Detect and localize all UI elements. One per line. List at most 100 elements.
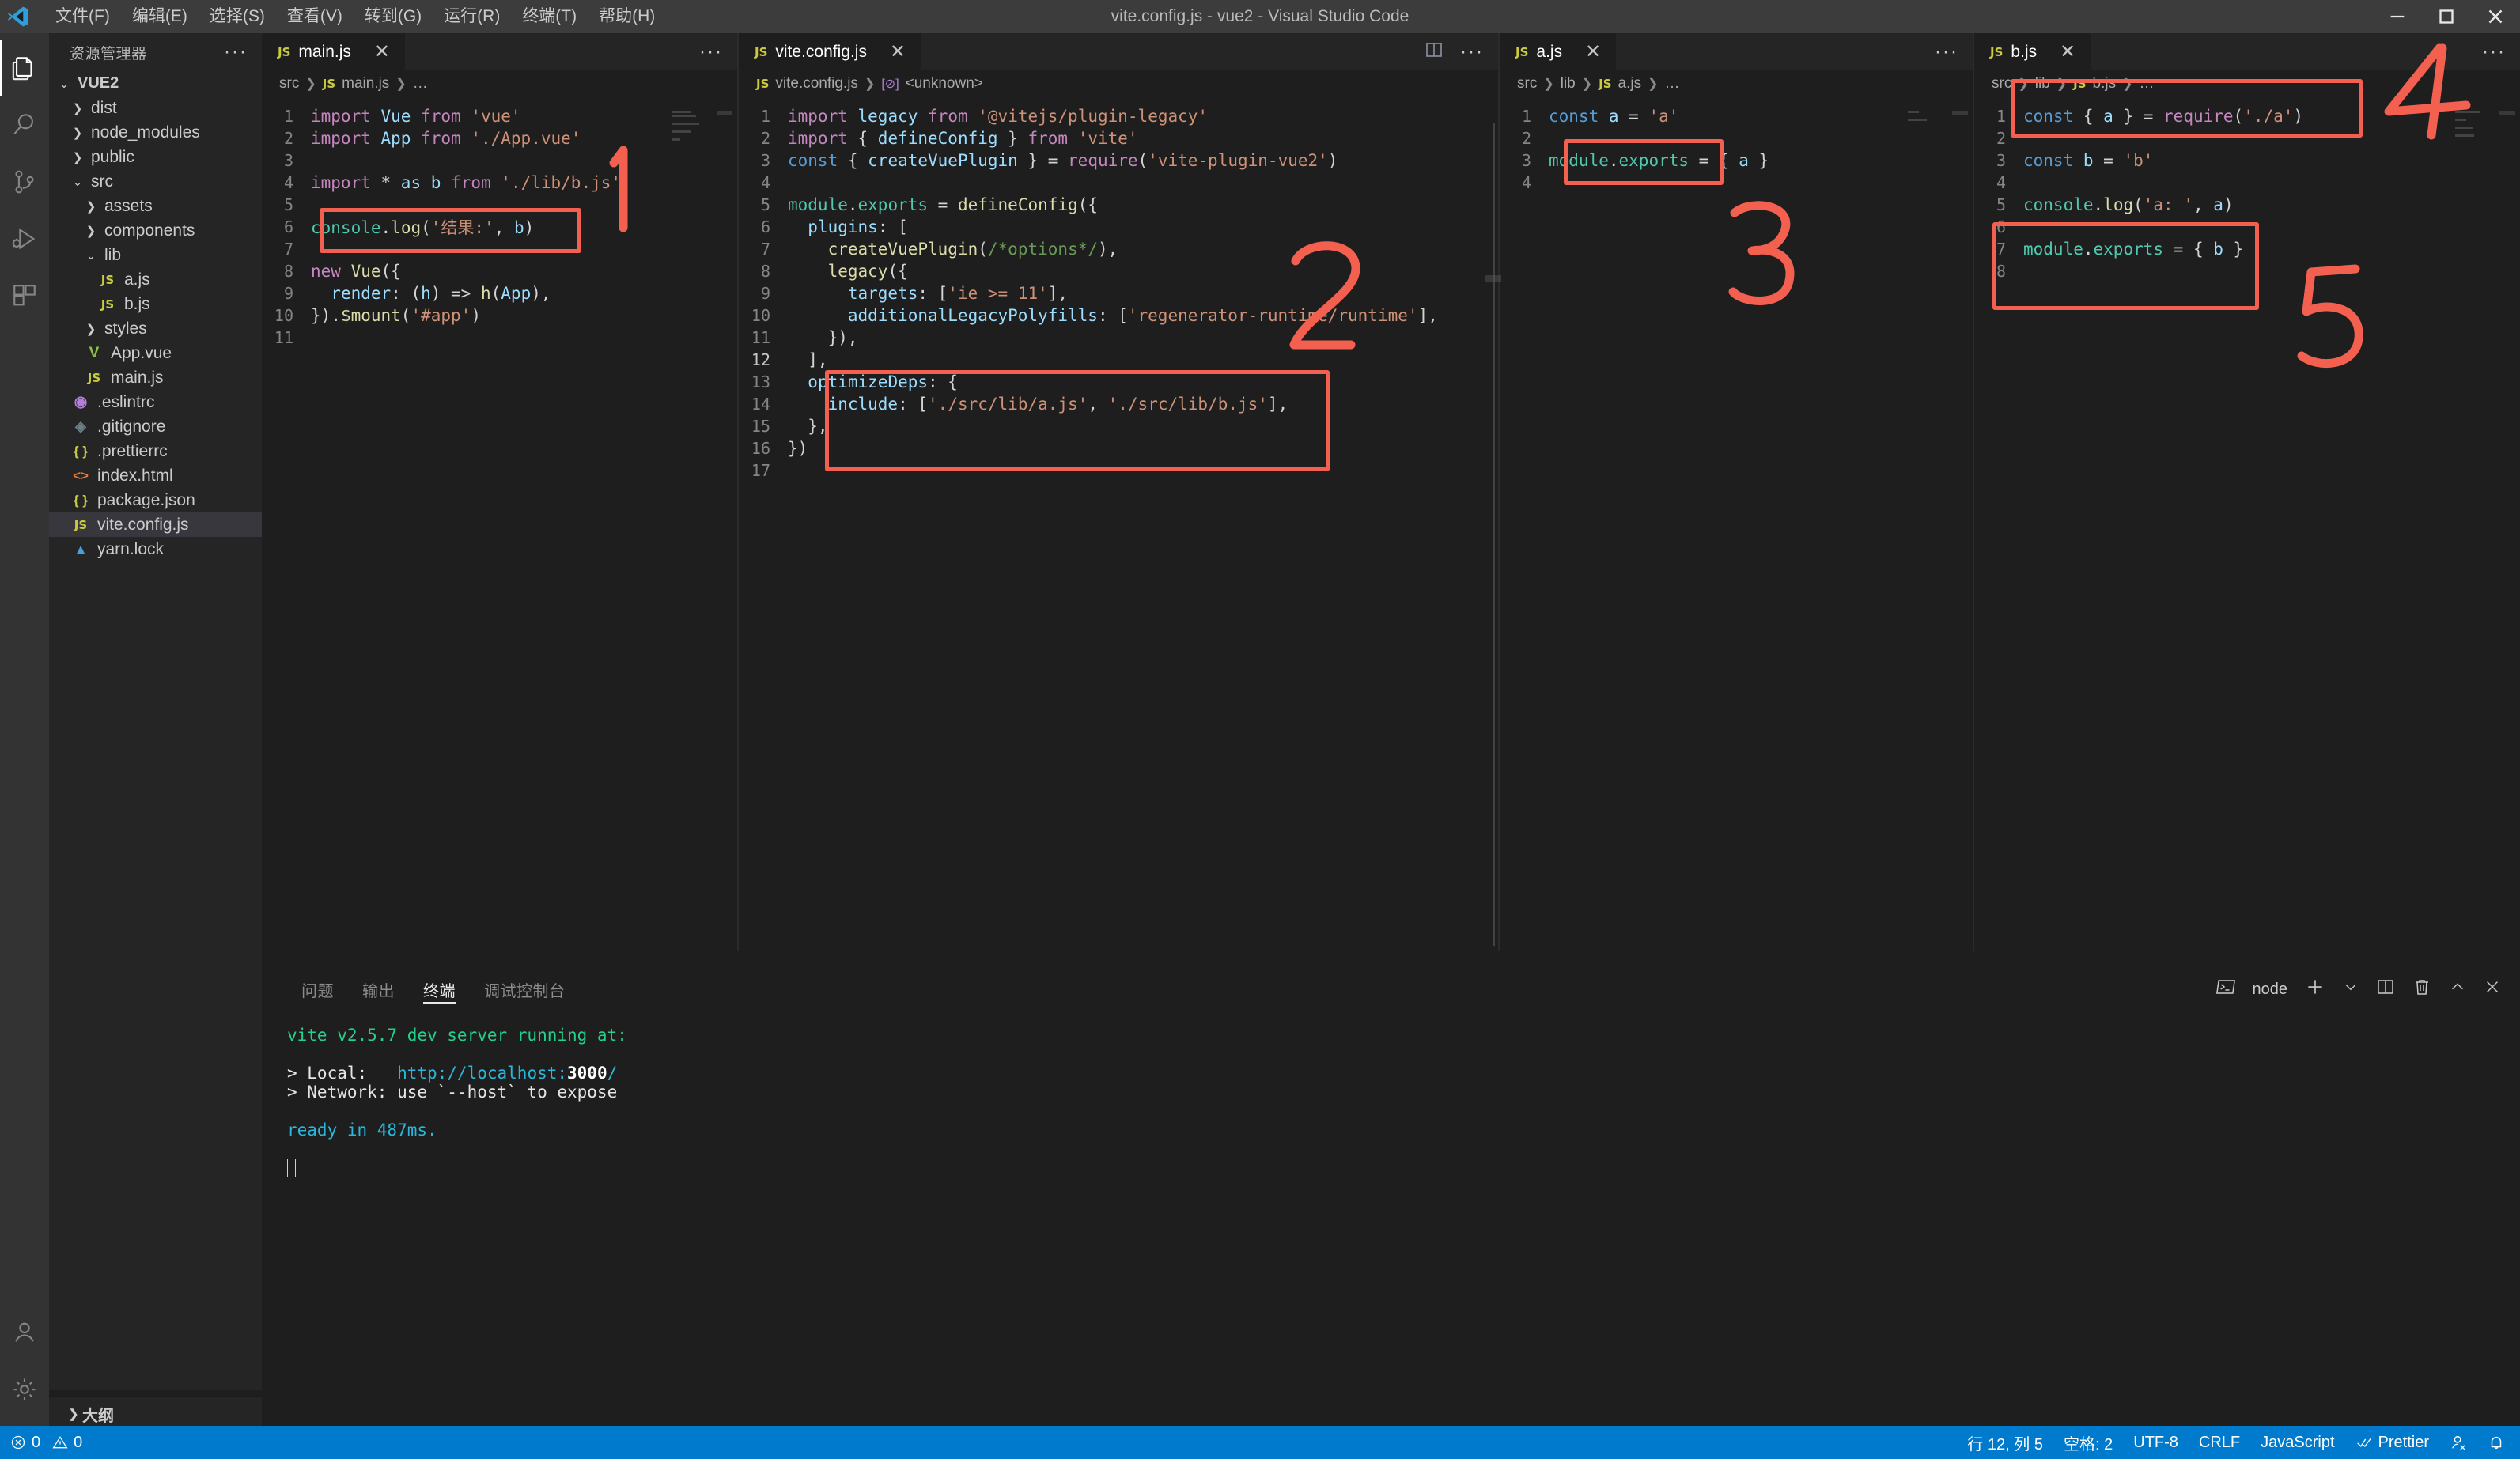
tab-close-icon[interactable]: ✕ <box>2057 40 2078 63</box>
explorer-icon[interactable] <box>0 40 49 96</box>
menu-view[interactable]: 查看(V) <box>276 0 354 33</box>
breadcrumb-item[interactable]: … <box>413 75 428 93</box>
breadcrumb-item[interactable]: a.js <box>1618 75 1642 93</box>
tab-a-js[interactable]: JS a.js ✕ <box>1500 33 1617 70</box>
editor-scrollbar[interactable] <box>2499 111 2515 115</box>
breadcrumb-item[interactable]: <unknown> <box>906 75 983 93</box>
extensions-icon[interactable] <box>0 267 49 324</box>
tab-b-js[interactable]: JS b.js ✕ <box>1974 33 2091 70</box>
minimap[interactable] <box>672 111 713 206</box>
tree-item-a-js[interactable]: JS a.js <box>49 267 262 292</box>
run-and-debug-icon[interactable] <box>0 210 49 267</box>
menu-run[interactable]: 运行(R) <box>433 0 511 33</box>
tree-item-b-js[interactable]: JS b.js <box>49 292 262 316</box>
chevron-down-icon[interactable]: ⌄ <box>82 248 100 263</box>
tab-output[interactable]: 输出 <box>348 970 409 1008</box>
tab-close-icon[interactable]: ✕ <box>1583 40 1603 63</box>
tree-item-src[interactable]: ⌄ src <box>49 169 262 194</box>
minimize-button[interactable] <box>2373 0 2422 33</box>
breadcrumb-item[interactable]: src <box>1992 75 2011 93</box>
tab-debug-console[interactable]: 调试控制台 <box>470 970 580 1008</box>
tab-problems[interactable]: 问题 <box>287 970 348 1008</box>
chevron-right-icon[interactable]: ❯ <box>69 150 86 164</box>
tree-item-styles[interactable]: ❯ styles <box>49 316 262 341</box>
tree-item-app-vue[interactable]: V App.vue <box>49 341 262 365</box>
breadcrumb-item[interactable]: … <box>1665 75 1680 93</box>
sidebar-more-icon[interactable]: ··· <box>224 41 248 63</box>
breadcrumb-item[interactable]: lib <box>2035 75 2050 93</box>
menu-go[interactable]: 转到(G) <box>354 0 433 33</box>
search-icon[interactable] <box>0 96 49 153</box>
tree-item--prettierrc[interactable]: { } .prettierrc <box>49 439 262 463</box>
tree-item--gitignore[interactable]: ◈ .gitignore <box>49 414 262 439</box>
account-icon[interactable] <box>0 1304 49 1361</box>
editor-more-icon[interactable]: ··· <box>1460 41 1484 63</box>
menu-file[interactable]: 文件(F) <box>44 0 121 33</box>
chevron-up-icon[interactable] <box>2449 978 2466 1000</box>
source-control-icon[interactable] <box>0 153 49 210</box>
chevron-right-icon[interactable]: ❯ <box>82 224 100 238</box>
tab-close-icon[interactable]: ✕ <box>887 40 908 63</box>
editor-more-icon[interactable]: ··· <box>2482 41 2506 63</box>
gear-icon[interactable] <box>0 1361 49 1418</box>
tab-main-js[interactable]: JS main.js ✕ <box>262 33 405 70</box>
tree-item-assets[interactable]: ❯ assets <box>49 194 262 218</box>
chevron-right-icon[interactable]: ❯ <box>82 199 100 214</box>
tree-item-package-json[interactable]: { } package.json <box>49 488 262 512</box>
breadcrumb-item[interactable]: b.js <box>2093 75 2117 93</box>
close-icon[interactable] <box>2484 978 2501 1000</box>
editor-scroll-thumb[interactable] <box>1485 275 1501 282</box>
menu-select[interactable]: 选择(S) <box>199 0 276 33</box>
editor-more-icon[interactable]: ··· <box>1935 41 1958 63</box>
code-editor[interactable]: 1 const a = 'a' 2 3 module.exports = { a } 4 <box>1500 97 1973 194</box>
menu-help[interactable]: 帮助(H) <box>588 0 666 33</box>
status-problems[interactable]: 0 0 <box>0 1426 93 1459</box>
chevron-right-icon[interactable]: ❯ <box>69 126 86 140</box>
tree-item-vite-config-js[interactable]: JS vite.config.js <box>49 512 262 537</box>
terminal-shell-label[interactable]: node <box>2253 981 2288 999</box>
tree-item--eslintrc[interactable]: ◉ .eslintrc <box>49 390 262 414</box>
tree-item-dist[interactable]: ❯ dist <box>49 96 262 120</box>
breadcrumb-item[interactable]: … <box>2140 75 2155 93</box>
editor-scrollbar[interactable] <box>717 111 732 115</box>
trash-icon[interactable] <box>2412 977 2431 1001</box>
status-notifications-icon[interactable] <box>2477 1426 2515 1459</box>
status-cursor-position[interactable]: 行 12, 列 5 <box>1957 1426 2053 1459</box>
tab-terminal[interactable]: 终端 <box>409 970 470 1008</box>
tab-close-icon[interactable]: ✕ <box>372 40 392 63</box>
tree-item-node-modules[interactable]: ❯ node_modules <box>49 120 262 145</box>
tree-item-components[interactable]: ❯ components <box>49 218 262 243</box>
tab-vite-config-js[interactable]: JS vite.config.js ✕ <box>739 33 921 70</box>
breadcrumb-item[interactable]: lib <box>1561 75 1576 93</box>
minimap[interactable] <box>2455 111 2496 206</box>
status-prettier[interactable]: Prettier <box>2345 1426 2439 1459</box>
terminal-output[interactable]: vite v2.5.7 dev server running at: > Loca… <box>262 1008 2520 1181</box>
new-terminal-icon[interactable] <box>2305 977 2325 1002</box>
status-remote-icon[interactable] <box>2439 1426 2477 1459</box>
chevron-down-icon[interactable]: ⌄ <box>55 77 73 91</box>
breadcrumb-item[interactable]: vite.config.js <box>775 75 858 93</box>
minimap[interactable] <box>1908 111 1949 206</box>
status-encoding[interactable]: UTF-8 <box>2123 1426 2189 1459</box>
close-button[interactable] <box>2471 0 2520 33</box>
maximize-button[interactable] <box>2422 0 2471 33</box>
code-editor[interactable]: 1 import legacy from '@vitejs/plugin-lega… <box>739 97 1498 482</box>
chevron-right-icon[interactable]: ❯ <box>82 322 100 336</box>
chevron-right-icon[interactable]: ❯ <box>69 101 86 115</box>
editor-more-icon[interactable]: ··· <box>699 41 723 63</box>
breadcrumb-item[interactable]: src <box>1517 75 1537 93</box>
tree-item-main-js[interactable]: JS main.js <box>49 365 262 390</box>
split-editor-icon[interactable] <box>1424 40 1444 64</box>
status-language-mode[interactable]: JavaScript <box>2250 1426 2344 1459</box>
editor-scrollbar[interactable] <box>1952 111 1968 115</box>
menu-edit[interactable]: 编辑(E) <box>121 0 199 33</box>
breadcrumb-item[interactable]: main.js <box>342 75 389 93</box>
tree-item-vue2[interactable]: ⌄ VUE2 <box>49 71 262 96</box>
tree-item-yarn-lock[interactable]: ▲ yarn.lock <box>49 537 262 561</box>
menu-terminal[interactable]: 终端(T) <box>511 0 588 33</box>
code-editor[interactable]: 1 const { a } = require('./a') 2 3 const b =… <box>1974 97 2520 282</box>
status-indentation[interactable]: 空格: 2 <box>2053 1426 2123 1459</box>
split-terminal-icon[interactable] <box>2376 977 2395 1001</box>
chevron-down-icon[interactable] <box>2343 979 2359 1000</box>
code-editor[interactable]: 1 import Vue from 'vue' 2 import App from '… <box>262 97 737 349</box>
